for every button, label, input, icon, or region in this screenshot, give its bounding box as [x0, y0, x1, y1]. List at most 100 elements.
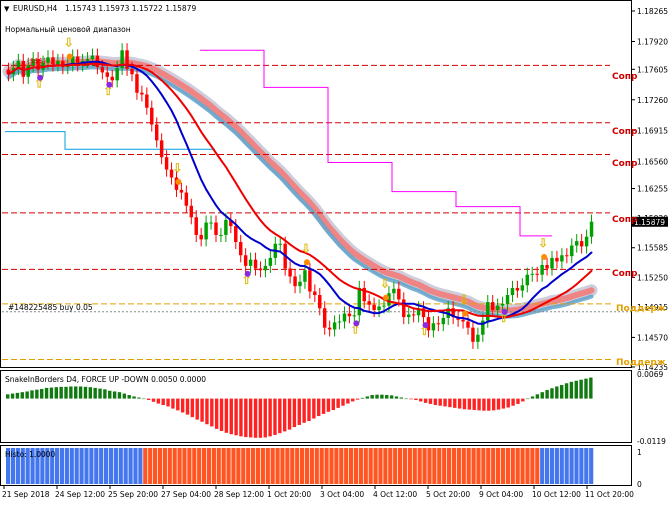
candle-body[interactable] [199, 234, 203, 240]
histo-bar [192, 448, 197, 484]
force-bar [117, 392, 122, 399]
candle-body[interactable] [431, 323, 436, 331]
candle-body[interactable] [224, 219, 228, 235]
candle-body[interactable] [367, 301, 371, 305]
candle-body[interactable] [397, 288, 401, 300]
candle-body[interactable] [318, 295, 322, 309]
candle-body[interactable] [540, 264, 544, 275]
sub2-title: Histo: 1.0000 [5, 450, 56, 459]
candle-body[interactable] [179, 189, 184, 193]
candle-body[interactable] [278, 243, 282, 245]
candle-body[interactable] [90, 55, 95, 60]
support-label-1: Поддерж [616, 304, 666, 314]
candle-body[interactable] [471, 327, 475, 342]
candle-body[interactable] [570, 245, 574, 257]
candle-body[interactable] [248, 259, 253, 266]
candle-body[interactable] [46, 57, 50, 63]
candle-body[interactable] [214, 222, 218, 235]
candle-body[interactable] [150, 107, 154, 125]
candle-body[interactable] [154, 124, 159, 141]
chart-canvas[interactable]: ⇧⇩⇧⇩⇧⇩⇧⇩⇧⇩⇧⇩ 0.0069-0.0119 10 1.158791.1… [0, 0, 670, 502]
candle-body[interactable] [313, 291, 317, 296]
candle-body[interactable] [26, 65, 30, 77]
candle-body[interactable] [490, 302, 495, 311]
candle-body[interactable] [243, 255, 248, 266]
force-bar [195, 398, 199, 420]
candle-body[interactable] [555, 257, 559, 262]
candle-body[interactable] [204, 222, 208, 240]
candle-body[interactable] [495, 305, 500, 311]
candle-body[interactable] [510, 287, 515, 296]
candle-body[interactable] [110, 76, 114, 81]
candle-body[interactable] [584, 236, 589, 247]
candle-body[interactable] [105, 72, 110, 77]
candle-body[interactable] [234, 226, 238, 243]
candle-body[interactable] [145, 94, 149, 108]
candle-body[interactable] [466, 321, 470, 328]
candle-body[interactable] [219, 234, 223, 236]
candle-body[interactable] [342, 313, 347, 322]
candle-body[interactable] [486, 302, 490, 321]
candle-body[interactable] [100, 67, 105, 73]
candle-body[interactable] [579, 241, 584, 247]
candle-body[interactable] [352, 315, 357, 317]
candle-body[interactable] [441, 317, 446, 325]
candle-body[interactable] [308, 270, 312, 292]
candle-body[interactable] [505, 295, 510, 304]
candle-body[interactable] [56, 60, 60, 65]
candle-body[interactable] [476, 334, 480, 342]
candle-body[interactable] [184, 192, 189, 206]
candle-body[interactable] [298, 281, 302, 287]
candle-body[interactable] [258, 268, 263, 271]
candle-body[interactable] [382, 305, 386, 307]
candle-body[interactable] [520, 285, 525, 291]
candle-body[interactable] [436, 323, 441, 325]
position-label[interactable]: #148225485 buy 0.05 [8, 303, 93, 312]
histo-bar [388, 448, 393, 484]
candle-body[interactable] [164, 157, 169, 170]
candle-body[interactable] [372, 304, 376, 311]
candle-body[interactable] [461, 319, 465, 322]
candle-body[interactable] [550, 257, 554, 269]
candle-body[interactable] [253, 259, 258, 269]
candle-body[interactable] [209, 222, 213, 224]
candle-body[interactable] [327, 327, 332, 330]
candle-body[interactable] [130, 68, 134, 75]
candle-body[interactable] [589, 221, 594, 237]
candle-body[interactable] [337, 321, 342, 323]
candle-body[interactable] [303, 270, 307, 282]
candle-body[interactable] [574, 241, 579, 246]
force-bar [263, 398, 267, 438]
candle-body[interactable] [135, 74, 139, 93]
candle-body[interactable] [332, 322, 337, 330]
candle-body[interactable] [406, 314, 411, 318]
triangle-menu-icon[interactable]: ▼ [4, 5, 10, 13]
candle-body[interactable] [115, 67, 119, 81]
candle-body[interactable] [411, 314, 416, 316]
candle-body[interactable] [535, 273, 539, 275]
candle-body[interactable] [322, 308, 327, 328]
candle-body[interactable] [377, 306, 381, 311]
candle-body[interactable] [189, 205, 194, 218]
candle-body[interactable] [515, 287, 520, 291]
candle-body[interactable] [500, 303, 505, 306]
candle-body[interactable] [288, 268, 292, 277]
candle-body[interactable] [565, 255, 569, 257]
candle-body[interactable] [357, 287, 362, 316]
candle-body[interactable] [402, 299, 406, 318]
candle-body[interactable] [85, 59, 90, 61]
candle-body[interactable] [268, 257, 273, 266]
candle-body[interactable] [51, 57, 55, 65]
candle-body[interactable] [238, 242, 243, 256]
candle-body[interactable] [263, 265, 268, 271]
candle-body[interactable] [347, 313, 352, 317]
candle-body[interactable] [545, 264, 549, 269]
candle-body[interactable] [530, 273, 534, 275]
candle-body[interactable] [140, 92, 144, 95]
candle-body[interactable] [392, 288, 396, 294]
candle-body[interactable] [194, 217, 198, 235]
candle-body[interactable] [560, 255, 564, 262]
candle-body[interactable] [525, 274, 530, 286]
candle-body[interactable] [293, 276, 297, 287]
candle-body[interactable] [159, 140, 164, 158]
